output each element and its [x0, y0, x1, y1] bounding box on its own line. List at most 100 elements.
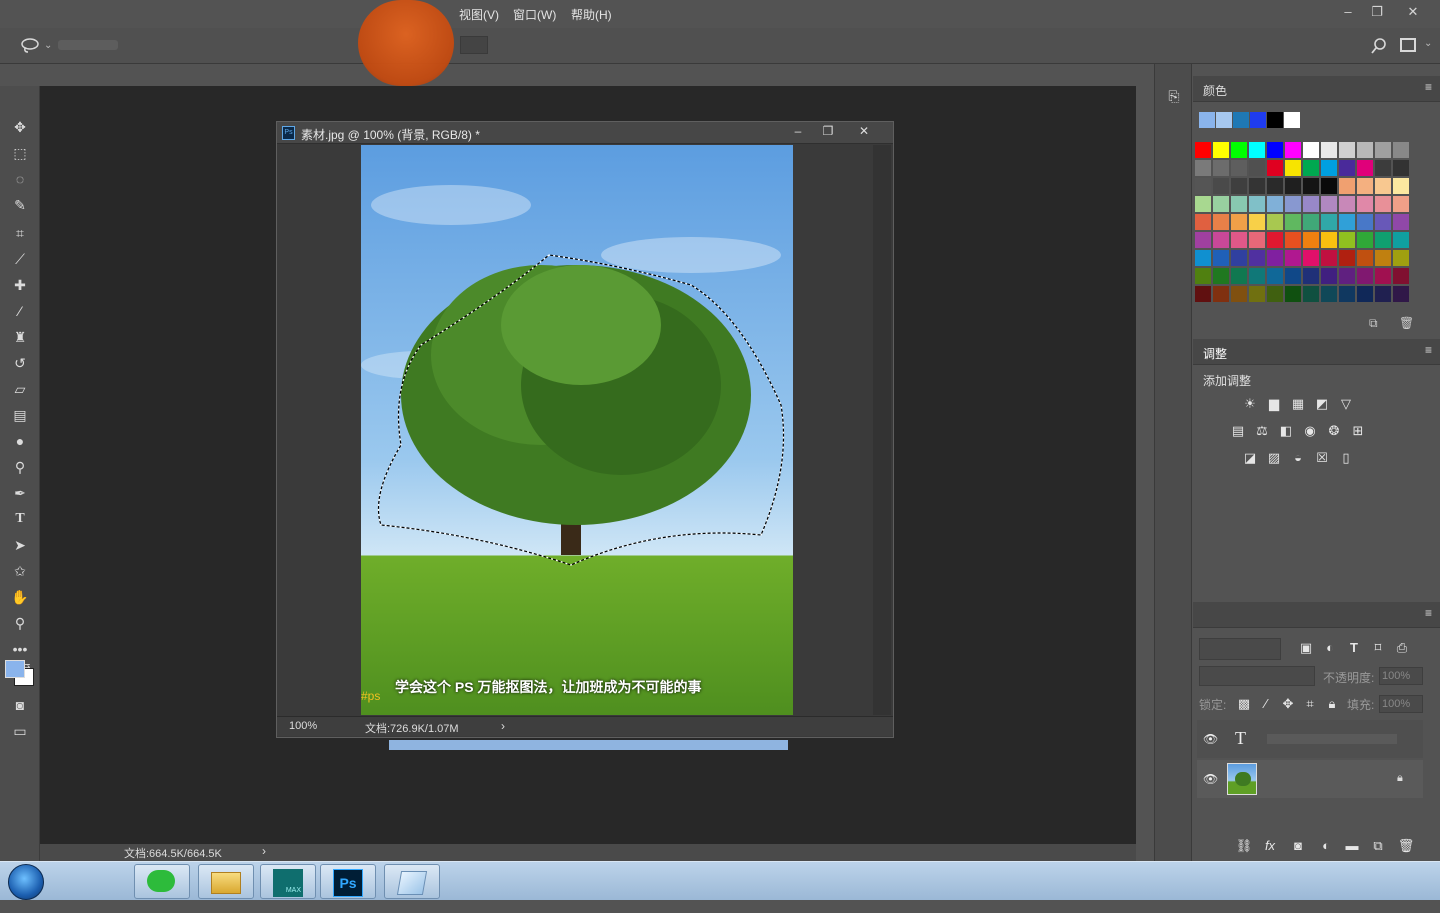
color-swatch[interactable]: [1393, 142, 1409, 158]
exposure-icon[interactable]: ◩: [1313, 396, 1331, 412]
color-swatch[interactable]: [1231, 214, 1247, 230]
color-swatch[interactable]: [1303, 214, 1319, 230]
color-panel-title[interactable]: 颜色: [1203, 82, 1227, 99]
color-swatch[interactable]: [1339, 268, 1355, 284]
blend-mode-select[interactable]: [1199, 666, 1315, 686]
color-swatch[interactable]: [1339, 142, 1355, 158]
color-swatch[interactable]: [1339, 250, 1355, 266]
color-swatch[interactable]: [1393, 268, 1409, 284]
color-swatch[interactable]: [1213, 142, 1229, 158]
lock-position-icon[interactable]: ✥: [1279, 696, 1297, 712]
color-swatch[interactable]: [1357, 196, 1373, 212]
selection-mode-icons[interactable]: [58, 40, 118, 50]
brush-tool-icon[interactable]: ⁄: [8, 300, 32, 322]
recent-color-swatch[interactable]: [1216, 112, 1232, 128]
lock-paint-icon[interactable]: ⁄: [1257, 696, 1275, 712]
color-swatch[interactable]: [1249, 178, 1265, 194]
color-swatch[interactable]: [1303, 196, 1319, 212]
color-swatch[interactable]: [1321, 142, 1337, 158]
workspace-icon[interactable]: [1400, 38, 1416, 52]
group-folder-icon[interactable]: ▬: [1343, 838, 1361, 854]
menu-window[interactable]: 窗口(W): [513, 6, 556, 23]
color-swatch[interactable]: [1393, 286, 1409, 302]
levels-icon[interactable]: ▆: [1265, 396, 1283, 412]
delete-layer-icon[interactable]: 🗑: [1397, 838, 1415, 854]
color-swatch[interactable]: [1231, 286, 1247, 302]
stamp-tool-icon[interactable]: ♜: [8, 326, 32, 348]
foreground-color-swatch[interactable]: [5, 660, 25, 678]
color-swatch[interactable]: [1393, 196, 1409, 212]
lock-artboard-icon[interactable]: ⌗: [1301, 696, 1319, 712]
chevron-down-icon[interactable]: ⌄: [44, 40, 52, 51]
filter-adjustment-icon[interactable]: ◐: [1321, 640, 1339, 656]
marquee-tool-icon[interactable]: ⬚: [8, 142, 32, 164]
color-swatch[interactable]: [1321, 196, 1337, 212]
color-swatch[interactable]: [1339, 178, 1355, 194]
color-swatch[interactable]: [1267, 268, 1283, 284]
taskbar-notepad[interactable]: [384, 864, 440, 899]
recent-color-swatch[interactable]: [1267, 112, 1283, 128]
color-swatch[interactable]: [1267, 250, 1283, 266]
fill-input[interactable]: 100%: [1379, 695, 1423, 713]
menu-help[interactable]: 帮助(H): [571, 6, 612, 23]
color-swatch[interactable]: [1339, 196, 1355, 212]
vertical-scrollbar[interactable]: [873, 145, 891, 715]
move-tool-icon[interactable]: ✥: [8, 116, 32, 138]
color-swatch[interactable]: [1357, 268, 1373, 284]
color-swatch[interactable]: [1303, 286, 1319, 302]
eyedropper-tool-icon[interactable]: ⟋: [8, 248, 32, 270]
lasso-icon[interactable]: [20, 37, 42, 53]
crop-tool-icon[interactable]: ⌗: [8, 222, 32, 244]
search-icon[interactable]: [1370, 37, 1388, 55]
new-layer-icon[interactable]: ⧉: [1369, 838, 1387, 854]
color-swatch[interactable]: [1249, 142, 1265, 158]
app-restore-button[interactable]: ❐: [1364, 2, 1390, 22]
color-swatch[interactable]: [1267, 160, 1283, 176]
color-swatch[interactable]: [1231, 160, 1247, 176]
color-swatch[interactable]: [1357, 142, 1373, 158]
color-swatch[interactable]: [1375, 268, 1391, 284]
color-swatch[interactable]: [1249, 250, 1265, 266]
color-swatch[interactable]: [1213, 232, 1229, 248]
color-swatch[interactable]: [1321, 250, 1337, 266]
color-swatch[interactable]: [1303, 178, 1319, 194]
color-lookup-icon[interactable]: ⊞: [1349, 423, 1367, 439]
color-swatch[interactable]: [1267, 178, 1283, 194]
color-swatch[interactable]: [1213, 160, 1229, 176]
hand-tool-icon[interactable]: ✋: [8, 586, 32, 608]
app-minimize-button[interactable]: –: [1335, 2, 1361, 22]
color-swatch[interactable]: [1267, 196, 1283, 212]
recent-color-swatch[interactable]: [1250, 112, 1266, 128]
add-mask-icon[interactable]: ◙: [1289, 838, 1307, 854]
recent-color-swatch[interactable]: [1284, 112, 1300, 128]
color-swatch[interactable]: [1375, 160, 1391, 176]
color-swatch[interactable]: [1375, 232, 1391, 248]
color-swatch[interactable]: [1357, 250, 1373, 266]
history-brush-tool-icon[interactable]: ↺: [8, 352, 32, 374]
path-select-tool-icon[interactable]: ➤: [8, 534, 32, 556]
color-swatch[interactable]: [1231, 142, 1247, 158]
color-swatch[interactable]: [1213, 268, 1229, 284]
taskbar-explorer[interactable]: [198, 864, 254, 899]
visibility-eye-icon[interactable]: 👁︎: [1203, 732, 1218, 746]
chevron-down-icon[interactable]: ⌄: [1424, 38, 1432, 49]
color-swatch[interactable]: [1375, 178, 1391, 194]
color-swatch[interactable]: [1285, 160, 1301, 176]
color-swatch[interactable]: [1357, 232, 1373, 248]
taskbar-photoshop[interactable]: Ps: [320, 864, 376, 899]
color-swatch[interactable]: [1285, 178, 1301, 194]
quick-mask-icon[interactable]: ◙: [8, 694, 32, 716]
color-swatch[interactable]: [1195, 160, 1211, 176]
posterize-icon[interactable]: ▨: [1265, 450, 1283, 466]
color-swatch[interactable]: [1285, 286, 1301, 302]
color-swatch[interactable]: [1339, 160, 1355, 176]
color-swatch[interactable]: [1249, 268, 1265, 284]
color-swatch[interactable]: [1393, 178, 1409, 194]
color-swatch[interactable]: [1303, 232, 1319, 248]
color-swatch[interactable]: [1393, 250, 1409, 266]
color-swatch[interactable]: [1231, 268, 1247, 284]
layer-row-text[interactable]: 👁︎ T: [1197, 720, 1423, 758]
color-swatch[interactable]: [1195, 178, 1211, 194]
color-swatch[interactable]: [1195, 268, 1211, 284]
curves-icon[interactable]: ▦: [1289, 396, 1307, 412]
